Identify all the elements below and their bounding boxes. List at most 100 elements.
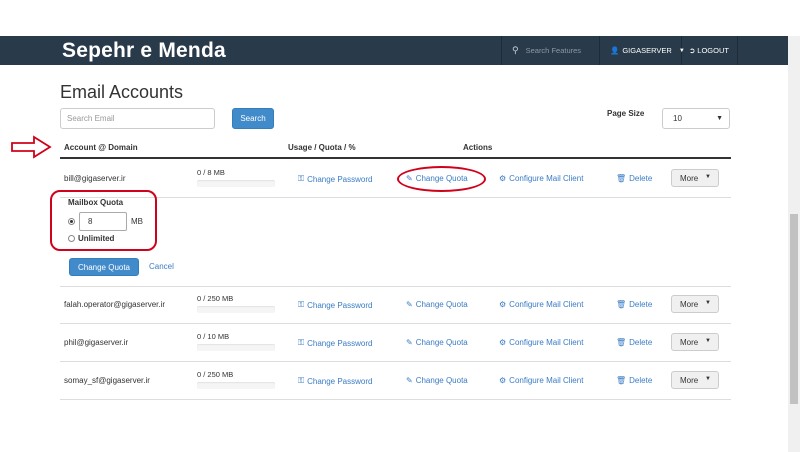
caret-down-icon: ▼: [705, 300, 711, 306]
usage-progress-bar: [197, 306, 275, 313]
column-header-account: Account @ Domain: [64, 143, 138, 152]
change-quota-label: Change Quota: [415, 338, 468, 347]
key-icon: ⚿: [298, 300, 305, 309]
row-divider: [60, 197, 731, 198]
unlimited-label: Unlimited: [78, 234, 115, 243]
key-icon: ⚿: [298, 338, 305, 347]
column-header-actions: Actions: [463, 143, 493, 152]
usage-progress-bar: [197, 180, 275, 187]
change-password-link[interactable]: ⚿ Change Password: [298, 376, 372, 386]
cancel-link[interactable]: Cancel: [149, 262, 174, 271]
usage-progress-bar: [197, 344, 275, 351]
brand-logo[interactable]: Sepehr e Menda: [62, 39, 226, 63]
trash-icon: 🗑: [616, 174, 627, 183]
account-email: phil@gigaserver.ir: [64, 338, 129, 347]
configure-mail-client-link[interactable]: ⚙ Configure Mail Client: [499, 300, 583, 309]
page-size-value: 10: [673, 114, 682, 123]
change-quota-link[interactable]: ✎ Change Quota: [406, 376, 468, 385]
row-divider: [60, 399, 731, 400]
row-divider: [60, 361, 731, 362]
key-icon: ⚿: [298, 174, 305, 183]
quota-limit-radio[interactable]: [68, 218, 75, 225]
gear-icon: ⚙: [499, 174, 507, 183]
change-password-link[interactable]: ⚿ Change Password: [298, 300, 372, 310]
delete-label: Delete: [629, 174, 653, 183]
more-label: More: [680, 375, 699, 385]
delete-label: Delete: [629, 300, 653, 309]
usage-text: 0 / 8 MB: [197, 168, 225, 177]
caret-down-icon: ▼: [705, 174, 711, 180]
logout-link[interactable]: ➲ LOGOUT: [683, 36, 738, 65]
table-header-divider: [60, 157, 731, 159]
caret-down-icon: ▼: [705, 338, 711, 344]
delete-link[interactable]: 🗑 Delete: [616, 376, 652, 385]
configure-mail-client-link[interactable]: ⚙ Configure Mail Client: [499, 174, 583, 183]
user-icon: 👤: [610, 46, 620, 55]
change-quota-label: Change Quota: [415, 376, 468, 385]
feature-search[interactable]: ⚲ Search Features: [501, 36, 600, 65]
page-size-select[interactable]: 10 ▼: [662, 108, 730, 129]
configure-mail-client-label: Configure Mail Client: [509, 174, 584, 183]
usage-progress-bar: [197, 382, 275, 389]
mailbox-quota-title: Mailbox Quota: [68, 198, 124, 207]
change-quota-label: Change Quota: [415, 300, 468, 309]
change-password-label: Change Password: [307, 376, 373, 386]
account-email: somay_sf@gigaserver.ir: [64, 376, 150, 385]
usage-text: 0 / 10 MB: [197, 332, 230, 341]
user-name: GIGASERVER: [622, 46, 672, 55]
pencil-icon: ✎: [406, 300, 413, 309]
email-search-input[interactable]: Search Email: [60, 108, 215, 129]
caret-down-icon: ▼: [705, 376, 711, 382]
more-dropdown-button[interactable]: More ▼: [671, 169, 719, 187]
trash-icon: 🗑: [616, 300, 627, 309]
gear-icon: ⚙: [499, 376, 507, 385]
chevron-down-icon: ▼: [716, 115, 723, 122]
usage-text: 0 / 250 MB: [197, 370, 234, 379]
configure-mail-client-label: Configure Mail Client: [509, 338, 584, 347]
more-dropdown-button[interactable]: More ▼: [671, 333, 719, 351]
top-blank-area: [0, 0, 800, 36]
search-icon: ⚲: [512, 45, 519, 55]
change-password-label: Change Password: [307, 174, 373, 184]
pencil-icon: ✎: [406, 338, 413, 347]
user-menu[interactable]: 👤 GIGASERVER ▼: [600, 36, 685, 65]
change-password-label: Change Password: [307, 300, 373, 310]
page-size-label: Page Size: [607, 109, 645, 118]
more-label: More: [680, 173, 699, 183]
key-icon: ⚿: [298, 376, 305, 385]
page-scrollbar[interactable]: [788, 36, 800, 452]
unlimited-radio[interactable]: [68, 235, 75, 242]
gear-icon: ⚙: [499, 338, 507, 347]
page-title: Email Accounts: [60, 82, 184, 102]
more-dropdown-button[interactable]: More ▼: [671, 295, 719, 313]
change-quota-link[interactable]: ✎ Change Quota: [406, 338, 468, 347]
quota-unit-label: MB: [131, 217, 143, 226]
configure-mail-client-link[interactable]: ⚙ Configure Mail Client: [499, 376, 583, 385]
gear-icon: ⚙: [499, 300, 507, 309]
delete-label: Delete: [629, 376, 653, 385]
annotation-arrow-icon: [11, 135, 52, 159]
annotation-oval: [397, 166, 486, 192]
configure-mail-client-label: Configure Mail Client: [509, 376, 584, 385]
more-label: More: [680, 337, 699, 347]
trash-icon: 🗑: [616, 338, 627, 347]
change-password-link[interactable]: ⚿ Change Password: [298, 174, 372, 184]
more-dropdown-button[interactable]: More ▼: [671, 371, 719, 389]
feature-search-placeholder[interactable]: Search Features: [526, 46, 581, 55]
more-label: More: [680, 299, 699, 309]
top-navbar: Sepehr e Menda ⚲ Search Features 👤 GIGAS…: [0, 36, 788, 65]
change-password-link[interactable]: ⚿ Change Password: [298, 338, 372, 348]
search-button[interactable]: Search: [232, 108, 274, 129]
usage-text: 0 / 250 MB: [197, 294, 234, 303]
delete-link[interactable]: 🗑 Delete: [616, 300, 652, 309]
delete-link[interactable]: 🗑 Delete: [616, 338, 652, 347]
quota-value-input[interactable]: 8: [79, 212, 127, 231]
delete-label: Delete: [629, 338, 653, 347]
change-quota-submit-button[interactable]: Change Quota: [69, 258, 139, 276]
account-email: bill@gigaserver.ir: [64, 174, 126, 183]
pencil-icon: ✎: [406, 376, 413, 385]
delete-link[interactable]: 🗑 Delete: [616, 174, 652, 183]
scrollbar-thumb[interactable]: [790, 214, 798, 404]
configure-mail-client-link[interactable]: ⚙ Configure Mail Client: [499, 338, 583, 347]
change-quota-link[interactable]: ✎ Change Quota: [406, 300, 468, 309]
